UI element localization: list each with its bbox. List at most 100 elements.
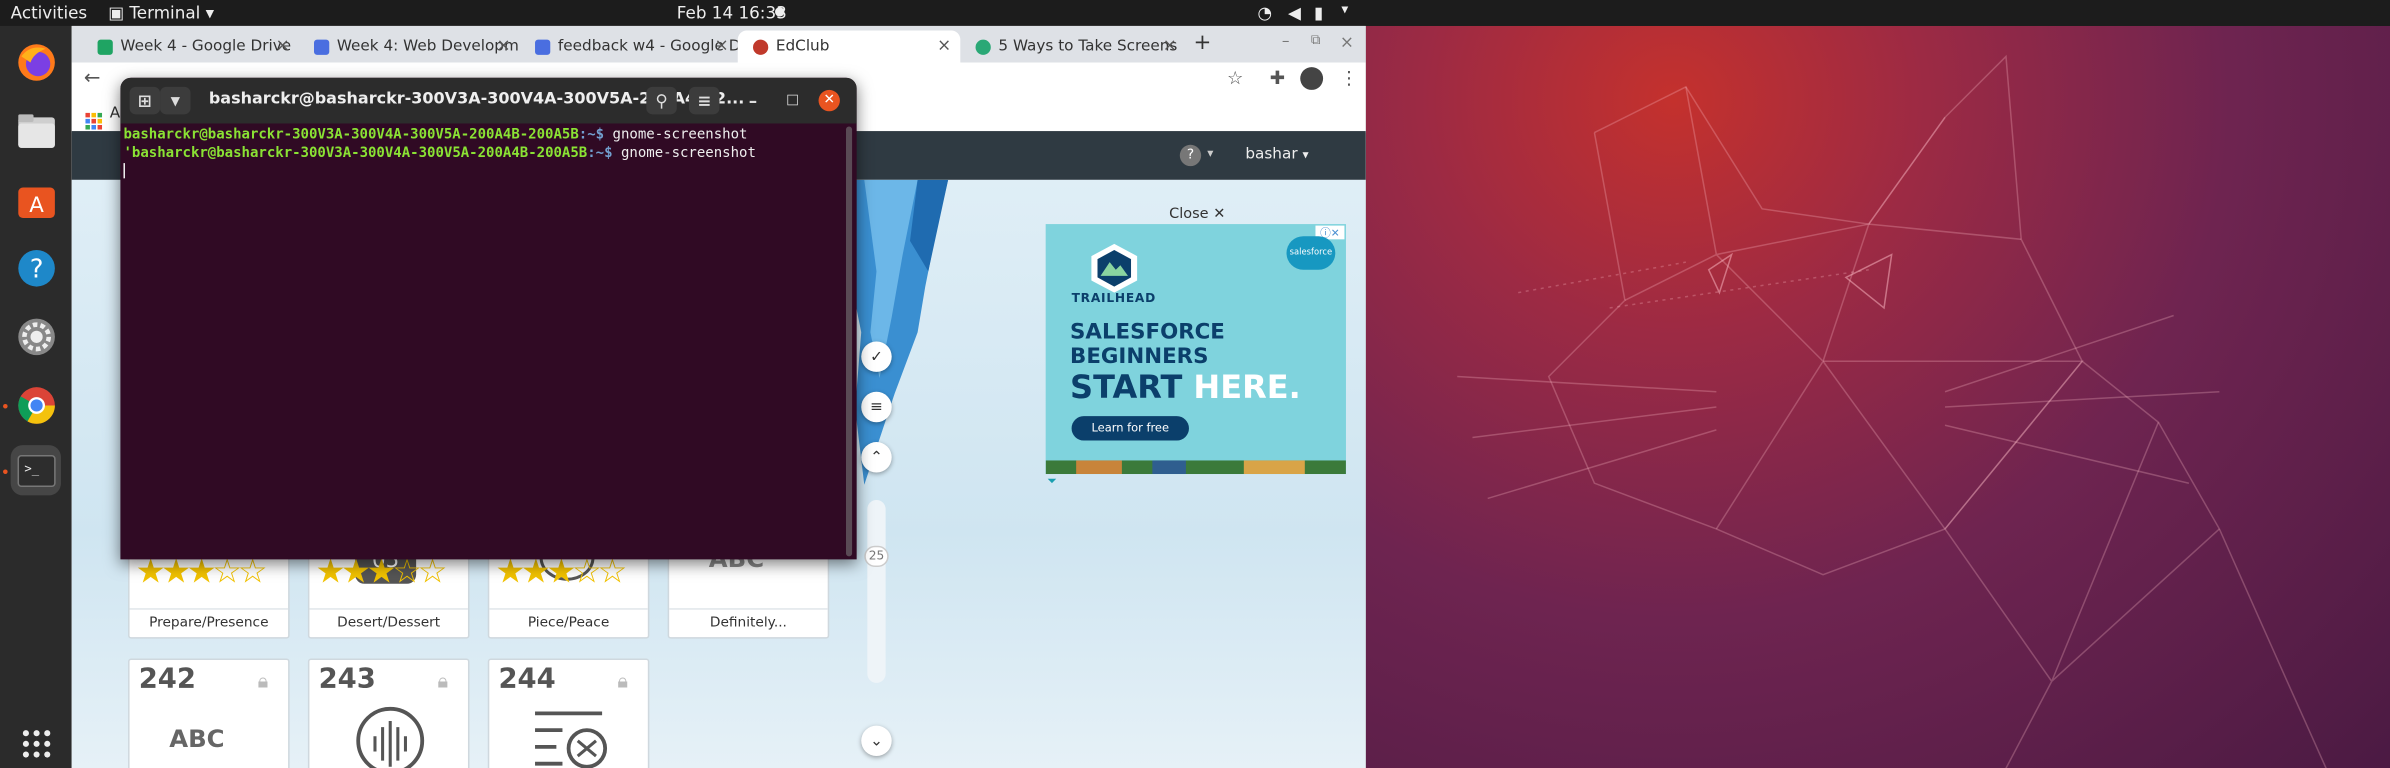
help-question-icon[interactable]: ? [1179, 144, 1202, 167]
close-x-icon: ✕ [1213, 205, 1226, 223]
new-tab-icon[interactable]: ⊞ [129, 86, 161, 115]
terminal-close-icon[interactable]: ✕ [818, 89, 840, 112]
ad-start-word: START [1070, 368, 1183, 406]
bookmark-star-icon[interactable]: ☆ [1227, 67, 1243, 88]
ubuntu-dock: A ? >_ [0, 25, 72, 768]
line-prefix: ' [123, 144, 132, 162]
battery-icon[interactable]: ▮ [1314, 3, 1323, 23]
cat-wallpaper-art [1457, 54, 2327, 768]
prompt-path: :~$ [587, 144, 613, 162]
scroll-position-badge[interactable]: 25 [864, 545, 889, 568]
firefox-icon[interactable] [11, 37, 61, 87]
help-glyph: ? [1186, 147, 1195, 164]
ad-headline-3: START HERE. [1070, 370, 1301, 404]
tab-label: EdClub [775, 38, 830, 55]
locked-lesson-card[interactable]: 243 🔒︎ [307, 658, 470, 768]
tab-label: 5 Ways to Take Screens [998, 38, 1178, 55]
progress-check-icon[interactable]: ✓ [861, 341, 892, 372]
wifi-icon[interactable]: ◔ [1258, 3, 1273, 23]
settings-gear-icon[interactable] [11, 311, 61, 361]
drive-icon [97, 38, 113, 55]
prompt-path: :~$ [578, 126, 605, 144]
scroll-up-chevron-icon[interactable]: ⌃ [861, 442, 892, 473]
tab-edclub-active[interactable]: EdClub × [737, 30, 961, 63]
lock-icon: 🔒︎ [257, 670, 269, 694]
star-rating: ★★★☆☆ [135, 553, 268, 592]
trailhead-logo [1091, 243, 1138, 293]
article-icon [975, 38, 991, 55]
salesforce-ad[interactable]: ⓘ✕ TRAILHEAD salesforce SALESFORCE BEGIN… [1045, 224, 1346, 475]
files-icon[interactable] [11, 105, 61, 155]
learn-for-free-button[interactable]: Learn for free [1071, 416, 1189, 441]
tab-screenshots-article[interactable]: 5 Ways to Take Screens × [960, 30, 1186, 62]
edclub-icon [753, 38, 769, 55]
close-tab-icon[interactable]: × [276, 35, 290, 55]
volume-icon[interactable]: ◀ [1288, 3, 1301, 23]
terminal-search-icon[interactable]: ⚲ [646, 86, 677, 115]
terminal-minimize-icon[interactable]: – [738, 87, 768, 114]
help-icon[interactable]: ? [11, 242, 61, 292]
apps-grid-icon[interactable] [85, 107, 103, 130]
restore-window-icon[interactable]: ⧉ [1311, 34, 1321, 49]
close-tab-icon[interactable]: × [1163, 35, 1177, 55]
app-menu-terminal[interactable]: ▣ Terminal ▾ [108, 3, 214, 23]
tab-feedback[interactable]: feedback w4 - Google D × [520, 30, 738, 62]
notification-dot-icon: ● [774, 4, 785, 19]
lesson-card-label: Piece/Peace [489, 608, 648, 637]
minimize-window-icon[interactable]: – [1282, 34, 1290, 51]
profile-avatar[interactable] [1300, 67, 1324, 90]
desktop-wallpaper [1365, 25, 2390, 768]
software-center-icon[interactable]: A [11, 174, 61, 224]
terminal-hamburger-menu-icon[interactable]: ≡ [688, 86, 720, 115]
terminal-scrollbar[interactable] [845, 126, 853, 557]
svg-text:A: A [29, 192, 44, 217]
ad-headline-2: BEGINNERS [1070, 344, 1209, 369]
locked-lesson-card[interactable]: 244 🔒︎ [487, 658, 650, 768]
help-chevron-down-icon[interactable]: ▾ [1207, 146, 1213, 160]
shuffle-list-icon [535, 711, 608, 768]
lesson-card-label: Desert/Dessert [309, 608, 468, 637]
audio-wave-icon [356, 706, 425, 768]
tab-label: feedback w4 - Google D [557, 38, 738, 55]
ad-brand: TRAILHEAD [1071, 291, 1156, 305]
lesson-card-label: Definitely... [669, 608, 828, 637]
abc-pencil-icon: ABC [169, 724, 225, 754]
show-applications-grid-icon[interactable] [11, 718, 61, 768]
tab-web-development[interactable]: Week 4: Web Developm × [299, 30, 520, 62]
locked-lesson-card[interactable]: 242 🔒︎ ABC [128, 658, 290, 768]
gnome-top-bar: Activities ▣ Terminal ▾ Feb 14 16:33 ● ◔… [0, 0, 2390, 26]
ad-close-label: Close [1169, 205, 1209, 223]
tab-strip: Week 4 - Google Drive × Week 4: Web Devel… [71, 25, 1366, 63]
clock[interactable]: Feb 14 16:33 [677, 3, 787, 23]
terminal-window[interactable]: ⊞ ▼ basharckr@basharckr-300V3A-300V4A-30… [120, 77, 857, 560]
svg-text:>_: >_ [24, 461, 39, 475]
star-rating: ★★★☆☆ [495, 553, 627, 592]
chrome-icon[interactable] [11, 380, 61, 430]
close-window-icon[interactable]: × [1340, 32, 1354, 52]
list-menu-icon[interactable]: ≡ [861, 391, 892, 423]
docs-icon [535, 38, 551, 55]
tab-menu-chevron-icon[interactable]: ▼ [160, 86, 191, 115]
tab-label: Week 4 - Google Drive [120, 38, 292, 55]
terminal-maximize-icon[interactable]: □ [777, 87, 807, 114]
new-tab-button[interactable]: + [1194, 30, 1212, 54]
lesson-scroll-track[interactable] [867, 499, 886, 683]
chrome-menu-icon[interactable]: ⋮ [1340, 67, 1358, 88]
salesforce-cloud-logo: salesforce [1286, 236, 1336, 270]
close-tab-icon[interactable]: × [715, 35, 729, 55]
close-tab-icon[interactable]: × [937, 35, 951, 55]
terminal-dock-icon[interactable]: >_ [10, 445, 61, 496]
tab-google-drive[interactable]: Week 4 - Google Drive × [82, 30, 298, 62]
bookmark-item[interactable]: A [110, 105, 120, 122]
running-indicator-dot [3, 403, 8, 409]
user-menu[interactable]: bashar ▾ [1245, 146, 1308, 163]
back-arrow-icon[interactable]: ← [84, 67, 101, 90]
terminal-titlebar[interactable]: ⊞ ▼ basharckr@basharckr-300V3A-300V4A-30… [120, 77, 857, 124]
scroll-down-chevron-icon[interactable]: ⌄ [861, 725, 892, 757]
extensions-puzzle-icon[interactable]: ✚ [1270, 67, 1285, 88]
close-tab-icon[interactable]: × [497, 35, 511, 55]
ad-close-button[interactable]: Close ✕ [1169, 206, 1225, 223]
system-menu-chevron-icon[interactable]: ▾ [1341, 3, 1348, 18]
ad-feedback-icon[interactable]: ⏷ [1047, 474, 1057, 489]
activities-button[interactable]: Activities [11, 3, 88, 23]
